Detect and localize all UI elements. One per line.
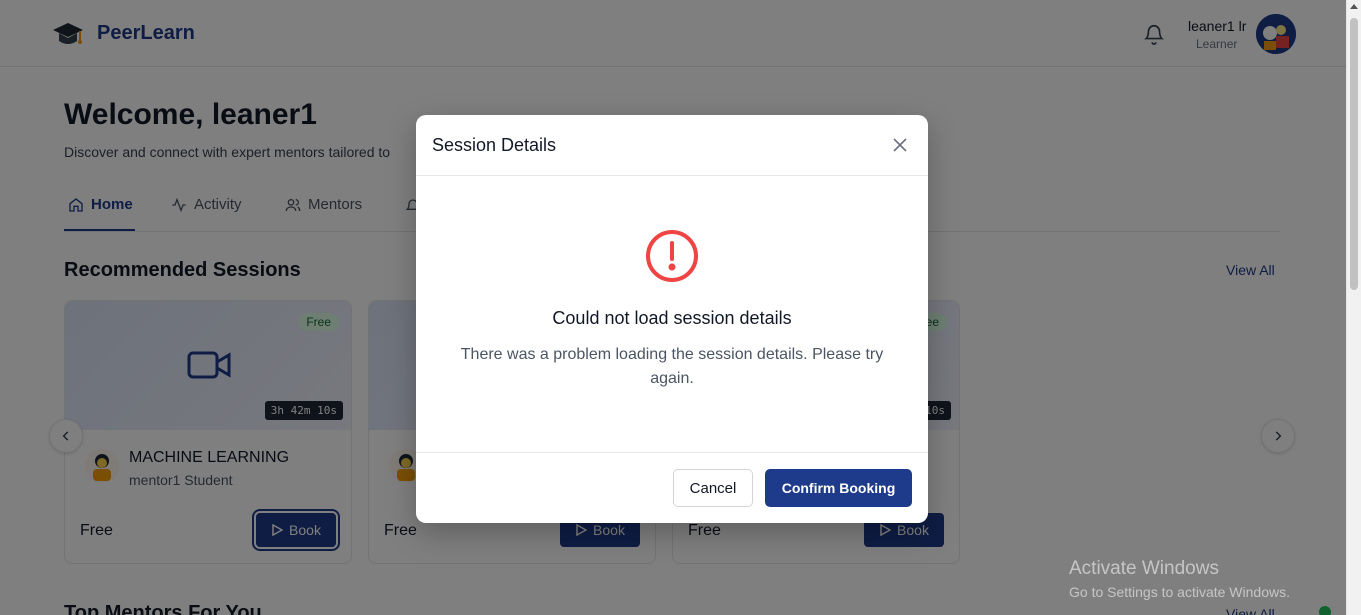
error-message: There was a problem loading the session … [460,346,884,387]
confirm-booking-button[interactable]: Confirm Booking [765,469,912,507]
modal-title: Session Details [432,135,557,155]
alert-circle-icon [646,230,698,282]
error-title: Could not load session details [552,308,792,328]
scroll-thumb[interactable] [1350,18,1358,290]
windows-watermark-subtitle: Go to Settings to activate Windows. [1069,584,1290,600]
modal-footer-divider [416,452,928,453]
cancel-button[interactable]: Cancel [673,469,753,507]
windows-watermark-title: Activate Windows [1069,558,1219,579]
close-icon[interactable] [892,137,908,153]
scroll-up-arrow-icon[interactable] [1350,4,1358,9]
modal-header-divider [416,175,928,176]
page-scrollbar[interactable] [1346,0,1361,615]
session-details-modal: Session Details Could not load session d… [416,115,928,523]
